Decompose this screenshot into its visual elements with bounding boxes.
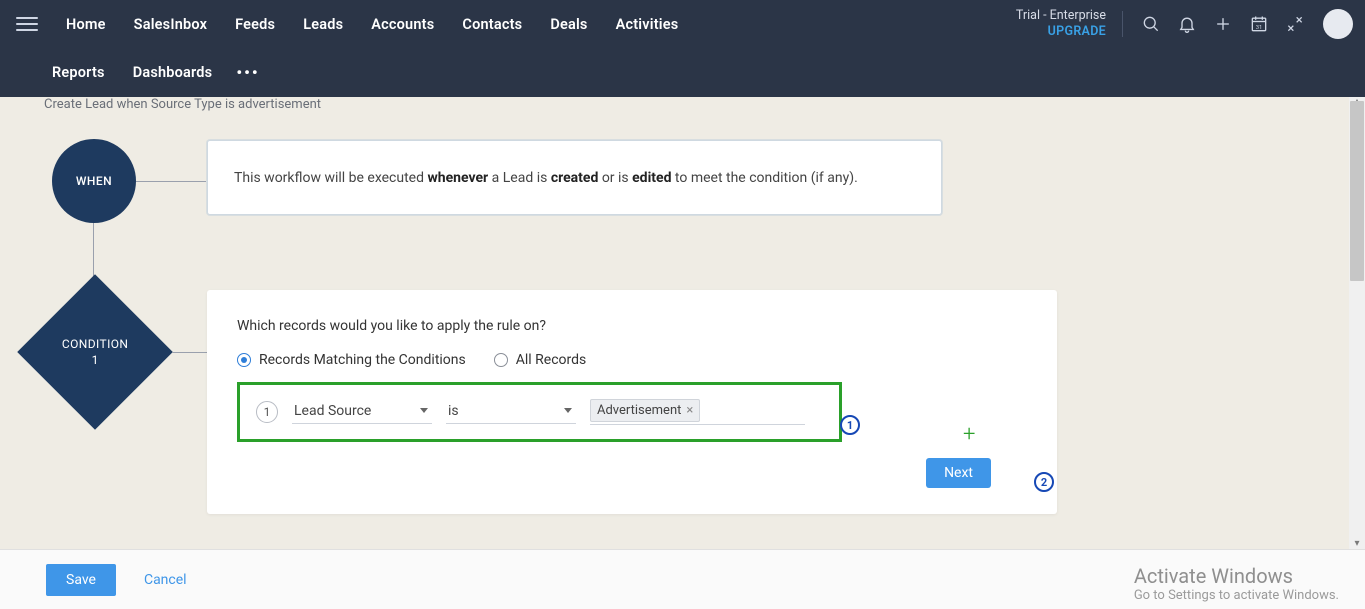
radio-label: All Records	[516, 352, 587, 368]
cancel-button[interactable]: Cancel	[144, 572, 187, 588]
save-button[interactable]: Save	[46, 564, 116, 596]
svg-text:31: 31	[1256, 25, 1263, 31]
criteria-row: 1 Lead Source is Advertisement ×	[237, 382, 842, 442]
nav-activities[interactable]: Activities	[602, 16, 693, 33]
nav-leads[interactable]: Leads	[289, 16, 357, 33]
connector-line	[172, 352, 208, 353]
condition-node-label: CONDITION	[62, 336, 128, 352]
rule-name: Create Lead when Source Type is advertis…	[44, 97, 321, 112]
menu-icon[interactable]	[16, 13, 38, 35]
radio-label: Records Matching the Conditions	[259, 352, 466, 368]
nav-home[interactable]: Home	[52, 16, 120, 33]
nav-more[interactable]: •••	[226, 63, 269, 82]
nav-salesinbox[interactable]: SalesInbox	[120, 16, 221, 33]
next-button[interactable]: Next	[926, 458, 991, 488]
condition-node[interactable]: CONDITION 1	[17, 274, 173, 430]
scrollbar[interactable]: ▴ ▾	[1349, 97, 1365, 549]
when-node-label: WHEN	[76, 174, 112, 188]
nav-contacts[interactable]: Contacts	[448, 16, 536, 33]
chevron-down-icon	[564, 408, 572, 413]
radio-all-records[interactable]: All Records	[494, 352, 587, 368]
criteria-step-number: 1	[256, 401, 278, 423]
avatar[interactable]	[1323, 9, 1353, 39]
condition-node-number: 1	[62, 352, 128, 368]
nav-feeds[interactable]: Feeds	[221, 16, 289, 33]
condition-card: Which records would you like to apply th…	[207, 290, 1057, 514]
upgrade-link[interactable]: UPGRADE	[1016, 24, 1106, 40]
radio-matching-conditions[interactable]: Records Matching the Conditions	[237, 352, 466, 368]
criteria-value-input[interactable]: Advertisement ×	[590, 399, 805, 425]
condition-title: Which records would you like to apply th…	[237, 318, 1027, 334]
search-icon[interactable]	[1137, 10, 1165, 38]
when-card[interactable]: This workflow will be executed whenever …	[207, 140, 942, 215]
calendar-icon[interactable]: 31	[1245, 10, 1273, 38]
scrollbar-thumb[interactable]	[1350, 101, 1364, 281]
watermark-line1: Activate Windows	[1134, 564, 1339, 588]
annotation-badge-1: 1	[840, 415, 860, 435]
windows-activation-watermark: Activate Windows Go to Settings to activ…	[1134, 564, 1339, 603]
nav-accounts[interactable]: Accounts	[357, 16, 448, 33]
radio-checked-icon	[237, 353, 251, 367]
plus-icon[interactable]	[1209, 10, 1237, 38]
trial-label: Trial - Enterprise	[1016, 8, 1106, 24]
connector-line	[136, 181, 206, 182]
criteria-value-tag: Advertisement ×	[590, 399, 700, 422]
criteria-field-value: Lead Source	[294, 403, 371, 419]
tools-icon[interactable]	[1281, 10, 1309, 38]
tag-remove-icon[interactable]: ×	[686, 403, 693, 418]
watermark-line2: Go to Settings to activate Windows.	[1134, 588, 1339, 603]
criteria-operator-dropdown[interactable]: is	[446, 401, 576, 424]
scroll-down-icon[interactable]: ▾	[1352, 539, 1362, 549]
nav-dashboards[interactable]: Dashboards	[119, 64, 227, 81]
bell-icon[interactable]	[1173, 10, 1201, 38]
nav-divider	[1122, 11, 1123, 37]
criteria-operator-value: is	[448, 403, 459, 419]
chevron-down-icon	[420, 408, 428, 413]
add-condition-icon[interactable]: +	[963, 422, 975, 447]
nav-deals[interactable]: Deals	[536, 16, 601, 33]
annotation-badge-2: 2	[1034, 472, 1054, 492]
top-nav: Home SalesInbox Feeds Leads Accounts Con…	[0, 0, 1365, 97]
criteria-field-dropdown[interactable]: Lead Source	[292, 401, 432, 424]
workflow-canvas: Create Lead when Source Type is advertis…	[0, 97, 1365, 549]
trial-info: Trial - Enterprise UPGRADE	[1016, 8, 1106, 40]
radio-unchecked-icon	[494, 353, 508, 367]
when-text: This workflow will be executed whenever …	[234, 170, 858, 186]
when-node[interactable]: WHEN	[52, 139, 136, 223]
nav-reports[interactable]: Reports	[38, 64, 119, 81]
